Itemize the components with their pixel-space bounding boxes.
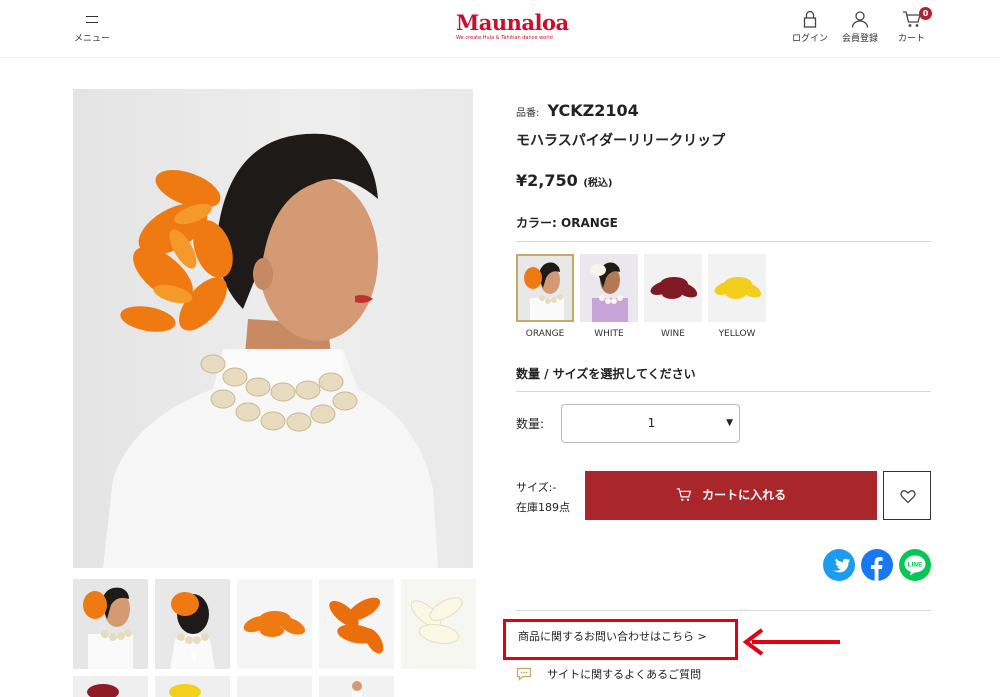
swatch-yellow[interactable]: YELLOW — [708, 254, 766, 344]
site-logo[interactable]: Maunaloa We create Hula & Tahitian dance… — [456, 10, 569, 47]
user-icon — [851, 11, 869, 28]
stock-line: 在庫189点 — [516, 501, 570, 514]
thumbnail-3[interactable] — [237, 579, 312, 669]
swatch-thumbnail — [714, 277, 762, 299]
divider — [516, 391, 931, 392]
quantity-select[interactable]: 1 ▼ — [561, 404, 740, 443]
facebook-icon — [871, 557, 883, 581]
thumbnail-image — [352, 681, 362, 697]
product-name: モハラスパイダーリリークリップ — [516, 133, 726, 149]
add-to-cart-button[interactable]: カートに入れる — [585, 471, 877, 520]
divider — [516, 610, 931, 611]
quantity-label: 数量: — [516, 417, 545, 431]
twitter-icon — [832, 558, 851, 573]
hamburger-icon — [86, 16, 98, 23]
size-stock-info: サイズ:- 在庫189点 — [516, 478, 570, 518]
thumbnail-image — [243, 611, 306, 637]
sku-value: YCKZ2104 — [547, 101, 639, 120]
share-line-button[interactable]: LINE — [899, 549, 931, 581]
logo-text: Maunaloa — [456, 10, 569, 35]
swatch-label: ORANGE — [525, 329, 565, 339]
thumbnail-6[interactable] — [73, 676, 148, 697]
thumbnail-image — [410, 597, 463, 645]
swatch-image — [580, 254, 638, 322]
thumbnail-2[interactable] — [155, 579, 230, 669]
swatch-thumbnail — [650, 277, 698, 299]
swatch-wine[interactable]: WINE — [644, 254, 702, 344]
add-to-cart-label: カートに入れる — [702, 488, 787, 502]
thumbnail-9[interactable] — [319, 676, 394, 697]
faq-link[interactable]: サイトに関するよくあるご質問 — [516, 663, 701, 682]
thumbnail-7[interactable] — [155, 676, 230, 697]
dropdown-arrow-icon: ▼ — [726, 418, 733, 428]
cart-icon — [676, 487, 692, 501]
site-header: メニュー Maunaloa We create Hula & Tahitian … — [0, 0, 1000, 58]
swatch-image — [516, 254, 574, 322]
swatch-label: WINE — [661, 329, 685, 339]
color-row: カラー: ORANGE — [516, 214, 618, 231]
share-twitter-button[interactable] — [823, 549, 855, 581]
share-facebook-button[interactable] — [861, 549, 893, 581]
heart-icon — [900, 490, 916, 504]
quantity-value: 1 — [647, 416, 656, 430]
highlight-box — [503, 619, 738, 660]
model-illustration — [103, 133, 438, 568]
menu-button[interactable]: メニュー — [70, 12, 114, 46]
favorite-button[interactable] — [883, 471, 931, 520]
thumbnail-image — [170, 592, 215, 669]
thumbnail-5[interactable] — [401, 579, 476, 669]
thumbnail-image — [169, 684, 201, 697]
register-label: 会員登録 — [842, 34, 879, 44]
product-price: ¥2,750 (税込) — [516, 171, 612, 190]
swatch-white[interactable]: WHITE — [580, 254, 638, 344]
lock-icon — [803, 10, 817, 28]
thumbnail-image — [83, 587, 133, 669]
thumbnail-1[interactable] — [73, 579, 148, 669]
sku-label: 品番: — [516, 108, 540, 119]
cart-link[interactable]: 0 カート — [898, 7, 932, 44]
register-button[interactable]: 会員登録 — [842, 10, 878, 44]
svg-text:LINE: LINE — [908, 562, 923, 569]
swatch-image — [644, 254, 702, 322]
swatch-label: WHITE — [594, 329, 624, 339]
swatch-thumbnail — [590, 262, 628, 322]
cart-label: カート — [898, 34, 926, 44]
sku-row: 品番: YCKZ2104 — [516, 101, 639, 120]
divider — [516, 241, 931, 242]
line-icon: LINE — [904, 555, 926, 576]
thumbnail-image — [87, 684, 119, 697]
thumbnail-4[interactable] — [319, 579, 394, 669]
thumbnail-image — [329, 597, 384, 654]
price-tax-note: (税込) — [583, 178, 613, 189]
select-heading: 数量 / サイズを選択してください — [516, 367, 696, 381]
main-product-image[interactable] — [73, 89, 473, 568]
thumbnail-8[interactable] — [237, 676, 312, 697]
swatch-image — [708, 254, 766, 322]
logo-tagline: We create Hula & Tahitian dance world — [456, 35, 553, 41]
faq-label: サイトに関するよくあるご質問 — [547, 667, 702, 681]
swatch-label: YELLOW — [718, 329, 756, 339]
swatch-orange[interactable]: ORANGE — [516, 254, 574, 344]
menu-label: メニュー — [73, 34, 110, 44]
color-value: ORANGE — [561, 216, 618, 230]
left-arrow-icon — [742, 628, 840, 656]
speech-bubble-icon — [516, 667, 532, 681]
color-label: カラー: — [516, 216, 557, 230]
size-line: サイズ:- — [516, 481, 557, 494]
swatch-thumbnail — [524, 262, 564, 320]
cart-count-badge: 0 — [919, 7, 932, 20]
price-value: ¥2,750 — [516, 171, 578, 190]
login-label: ログイン — [792, 34, 829, 44]
login-button[interactable]: ログイン — [792, 10, 828, 44]
